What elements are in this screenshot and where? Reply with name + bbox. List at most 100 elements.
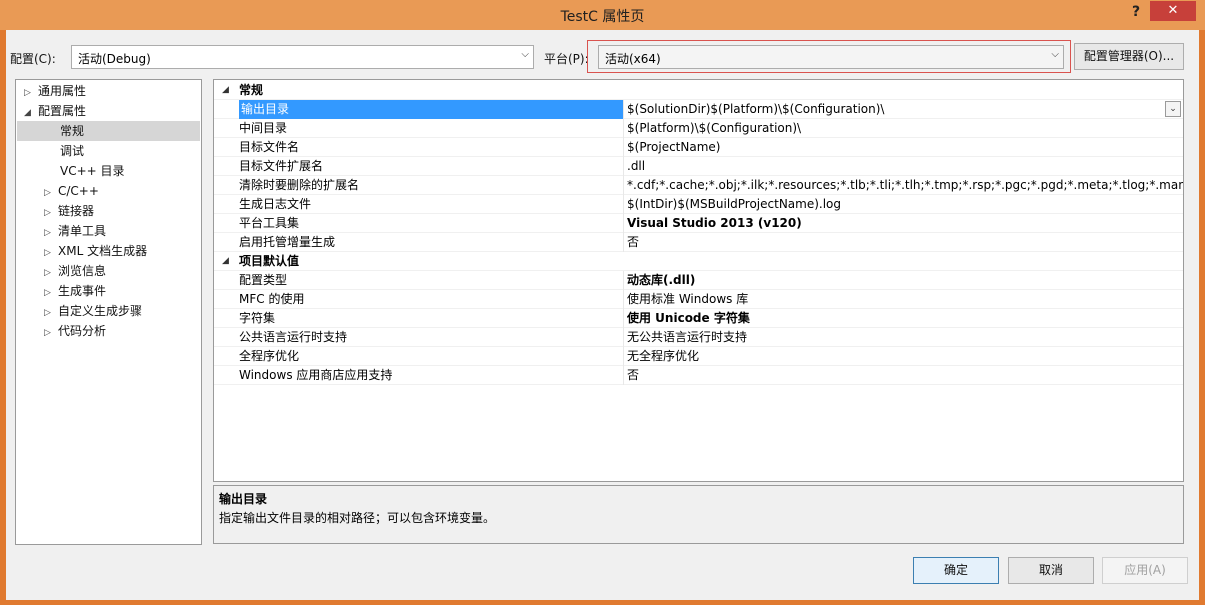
expand-icon[interactable]: ▷ [44, 263, 58, 283]
property-row-managed-incremental-build[interactable]: 启用托管增量生成 否 [214, 233, 1183, 252]
column-separator [623, 309, 624, 328]
property-row-clr-support[interactable]: 公共语言运行时支持 无公共语言运行时支持 [214, 328, 1183, 347]
collapse-icon[interactable]: ◢ [222, 81, 229, 100]
property-row-extensions-to-delete[interactable]: 清除时要删除的扩展名 *.cdf;*.cache;*.obj;*.ilk;*.r… [214, 176, 1183, 195]
description-text: 指定输出文件目录的相对路径；可以包含环境变量。 [219, 511, 496, 525]
property-value[interactable]: $(SolutionDir)$(Platform)\$(Configuratio… [627, 100, 1183, 119]
configuration-value: 活动(Debug) [78, 52, 151, 66]
property-name: 目标文件名 [239, 140, 300, 154]
tree-item-custom-build-step[interactable]: ▷ 自定义生成步骤 [44, 301, 142, 321]
tree-item-xml-doc-generator[interactable]: ▷ XML 文档生成器 [44, 241, 147, 261]
tree-item-label: 常规 [60, 124, 85, 138]
column-separator [623, 233, 624, 252]
configuration-label: 配置(C): [10, 52, 56, 66]
property-value[interactable]: 否 [627, 233, 1183, 252]
description-panel: 输出目录 指定输出文件目录的相对路径；可以包含环境变量。 [213, 485, 1184, 544]
title-bar: TestC 属性页 ? ✕ [0, 0, 1205, 30]
window-title: TestC 属性页 [560, 9, 645, 25]
property-value[interactable]: $(ProjectName) [627, 138, 1183, 157]
property-tree: ▷ 通用属性 ◢ 配置属性 常规 调试 VC++ 目录 ▷ C/C++ ▷ 链接器 ▷ 清… [15, 79, 202, 545]
expand-icon[interactable]: ▷ [24, 83, 38, 103]
expand-icon[interactable]: ▷ [44, 323, 58, 343]
expand-icon[interactable]: ▷ [44, 283, 58, 303]
property-name: MFC 的使用 [239, 292, 305, 306]
apply-button[interactable]: 应用(A) [1102, 557, 1188, 584]
chevron-down-icon: ⌵ [521, 49, 529, 60]
tree-item-code-analysis[interactable]: ▷ 代码分析 [44, 321, 106, 341]
tree-item-debugging[interactable]: 调试 [60, 141, 84, 161]
property-name: 生成日志文件 [239, 197, 312, 211]
tree-item-c-cpp[interactable]: ▷ C/C++ [44, 181, 99, 201]
tree-item-label: VC++ 目录 [60, 164, 125, 178]
tree-item-label: 自定义生成步骤 [58, 304, 143, 318]
property-value[interactable]: 无公共语言运行时支持 [627, 328, 1183, 347]
tree-item-vc-directories[interactable]: VC++ 目录 [60, 161, 125, 181]
cancel-button[interactable]: 取消 [1008, 557, 1094, 584]
description-title: 输出目录 [219, 492, 268, 506]
property-name: 启用托管增量生成 [239, 235, 336, 249]
platform-combo[interactable]: 活动(x64) ⌵ [598, 45, 1064, 69]
column-separator [623, 138, 624, 157]
property-value[interactable]: 使用 Unicode 字符集 [627, 309, 1183, 328]
category-row-general[interactable]: ◢ 常规 [214, 81, 1183, 100]
property-row-output-directory[interactable]: 输出目录 $(SolutionDir)$(Platform)\$(Configu… [214, 100, 1183, 119]
property-value[interactable]: 使用标准 Windows 库 [627, 290, 1183, 309]
help-button[interactable]: ? [1122, 2, 1150, 24]
property-row-platform-toolset[interactable]: 平台工具集 Visual Studio 2013 (v120) [214, 214, 1183, 233]
property-row-use-of-mfc[interactable]: MFC 的使用 使用标准 Windows 库 [214, 290, 1183, 309]
property-row-configuration-type[interactable]: 配置类型 动态库(.dll) [214, 271, 1183, 290]
property-row-whole-program-optimization[interactable]: 全程序优化 无全程序优化 [214, 347, 1183, 366]
category-row-project-defaults[interactable]: ◢ 项目默认值 [214, 252, 1183, 271]
column-separator [623, 271, 624, 290]
property-name: 字符集 [239, 311, 276, 325]
tree-item-common-properties[interactable]: ▷ 通用属性 [24, 81, 86, 101]
configuration-combo[interactable]: 活动(Debug) ⌵ [71, 45, 534, 69]
property-row-windows-store-support[interactable]: Windows 应用商店应用支持 否 [214, 366, 1183, 385]
collapse-icon[interactable]: ◢ [222, 252, 229, 271]
ok-button[interactable]: 确定 [913, 557, 999, 584]
property-name: 平台工具集 [239, 216, 300, 230]
tree-item-browse-information[interactable]: ▷ 浏览信息 [44, 261, 106, 281]
expand-icon[interactable]: ▷ [44, 183, 58, 203]
expand-icon[interactable]: ▷ [44, 203, 58, 223]
property-row-target-extension[interactable]: 目标文件扩展名 .dll [214, 157, 1183, 176]
property-row-build-log-file[interactable]: 生成日志文件 $(IntDir)$(MSBuildProjectName).lo… [214, 195, 1183, 214]
property-value[interactable]: 无全程序优化 [627, 347, 1183, 366]
expand-icon[interactable]: ▷ [44, 223, 58, 243]
column-separator [623, 347, 624, 366]
expand-icon[interactable]: ▷ [44, 243, 58, 263]
tree-item-general[interactable]: 常规 [17, 121, 200, 141]
column-separator [623, 214, 624, 233]
property-value[interactable]: .dll [627, 157, 1183, 176]
column-separator [623, 119, 624, 138]
property-row-target-name[interactable]: 目标文件名 $(ProjectName) [214, 138, 1183, 157]
tree-item-manifest-tool[interactable]: ▷ 清单工具 [44, 221, 106, 241]
property-grid: ◢ 常规 输出目录 $(SolutionDir)$(Platform)\$(Co… [213, 79, 1184, 482]
close-button[interactable]: ✕ [1150, 1, 1196, 21]
platform-label: 平台(P): [544, 52, 589, 66]
property-value[interactable]: $(Platform)\$(Configuration)\ [627, 119, 1183, 138]
property-row-character-set[interactable]: 字符集 使用 Unicode 字符集 [214, 309, 1183, 328]
property-value[interactable]: 动态库(.dll) [627, 271, 1183, 290]
configuration-manager-button[interactable]: 配置管理器(O)... [1074, 43, 1184, 70]
column-separator [623, 328, 624, 347]
tree-item-label: 代码分析 [58, 324, 107, 338]
property-name: 目标文件扩展名 [239, 159, 324, 173]
column-separator [623, 195, 624, 214]
property-value[interactable]: *.cdf;*.cache;*.obj;*.ilk;*.resources;*.… [627, 176, 1183, 195]
property-row-intermediate-directory[interactable]: 中间目录 $(Platform)\$(Configuration)\ [214, 119, 1183, 138]
dropdown-arrow-icon[interactable]: ⌄ [1165, 101, 1181, 117]
tree-item-build-events[interactable]: ▷ 生成事件 [44, 281, 106, 301]
tree-item-label: C/C++ [58, 184, 99, 198]
property-value[interactable]: 否 [627, 366, 1183, 385]
collapse-icon[interactable]: ◢ [24, 103, 38, 123]
column-separator [623, 157, 624, 176]
tree-item-configuration-properties[interactable]: ◢ 配置属性 [24, 101, 86, 121]
property-name: 公共语言运行时支持 [239, 330, 348, 344]
tree-item-label: 配置属性 [38, 104, 87, 118]
expand-icon[interactable]: ▷ [44, 303, 58, 323]
tree-item-linker[interactable]: ▷ 链接器 [44, 201, 94, 221]
property-value[interactable]: $(IntDir)$(MSBuildProjectName).log [627, 195, 1183, 214]
property-name: 全程序优化 [239, 349, 300, 363]
property-value[interactable]: Visual Studio 2013 (v120) [627, 214, 1183, 233]
